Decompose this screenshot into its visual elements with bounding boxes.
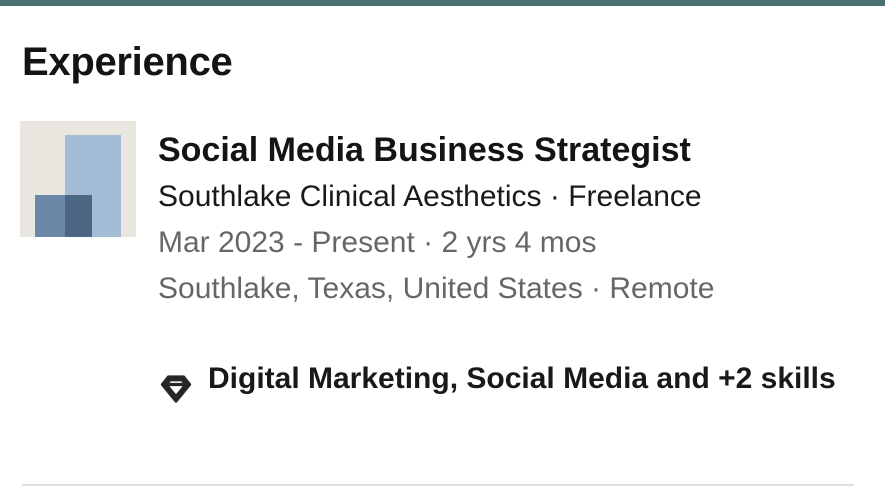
skills-text[interactable]: Digital Marketing, Social Media and +2 s…	[208, 357, 858, 401]
top-accent-bar	[0, 0, 885, 6]
employment-dates: Mar 2023 - Present · 2 yrs 4 mos	[158, 226, 597, 259]
logo-bar-overlap	[65, 195, 92, 237]
company-logo-icon[interactable]	[20, 121, 136, 237]
experience-details: Social Media Business Strategist Southla…	[158, 126, 858, 312]
job-location: Southlake, Texas, United States · Remote	[158, 272, 715, 305]
section-title: Experience	[22, 40, 233, 84]
job-title[interactable]: Social Media Business Strategist	[158, 126, 858, 174]
section-divider	[22, 484, 854, 486]
company-name[interactable]: Southlake Clinical Aesthetics · Freelanc…	[158, 174, 858, 220]
diamond-icon	[160, 375, 192, 403]
skills-row[interactable]: Digital Marketing, Social Media and +2 s…	[158, 357, 858, 407]
